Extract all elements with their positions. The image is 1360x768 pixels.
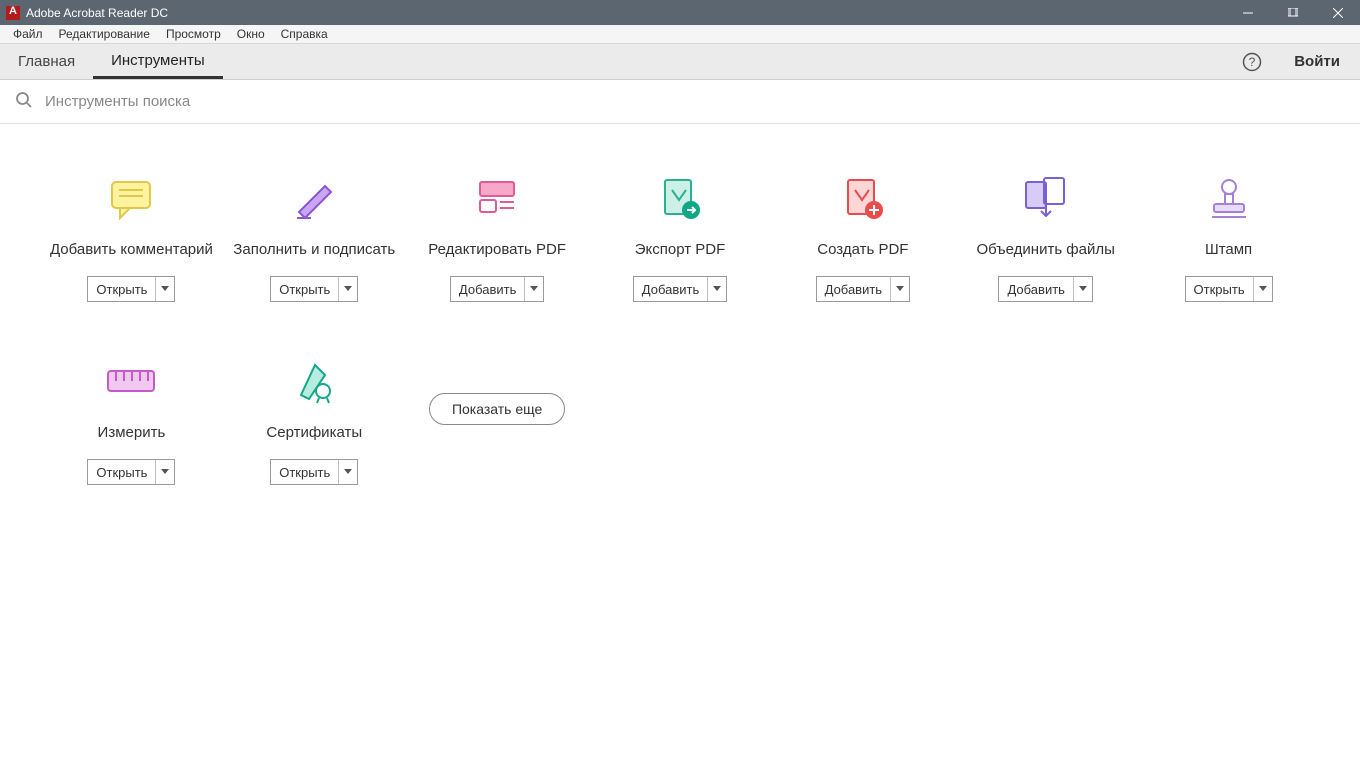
tool-label: Добавить комментарий xyxy=(50,230,213,270)
chevron-down-icon[interactable] xyxy=(708,277,726,301)
help-icon[interactable]: ? xyxy=(1230,44,1274,79)
tab-bar: Главная Инструменты ? Войти xyxy=(0,44,1360,80)
tool-button[interactable]: Открыть xyxy=(270,276,358,302)
tool-label: Заполнить и подписать xyxy=(233,230,395,270)
chevron-down-icon[interactable] xyxy=(156,277,174,301)
ruler-icon xyxy=(106,357,156,407)
create-pdf-icon xyxy=(840,174,886,224)
chevron-down-icon[interactable] xyxy=(339,460,357,484)
window-controls xyxy=(1225,0,1360,25)
tool-button[interactable]: Открыть xyxy=(270,459,358,485)
pen-icon xyxy=(291,174,337,224)
chevron-down-icon[interactable] xyxy=(339,277,357,301)
comment-icon xyxy=(108,174,154,224)
chevron-down-icon[interactable] xyxy=(1254,277,1272,301)
tool-button[interactable]: Добавить xyxy=(816,276,910,302)
show-more-cell: Показать еще xyxy=(411,357,584,485)
tool-certificates[interactable]: Сертификаты Открыть xyxy=(228,357,401,485)
chevron-down-icon[interactable] xyxy=(525,277,543,301)
tool-comment[interactable]: Добавить комментарий Открыть xyxy=(45,174,218,302)
tab-home[interactable]: Главная xyxy=(0,44,93,79)
menu-bar: Файл Редактирование Просмотр Окно Справк… xyxy=(0,25,1360,44)
tool-label: Сертификаты xyxy=(266,413,362,453)
tool-button[interactable]: Открыть xyxy=(87,459,175,485)
chevron-down-icon[interactable] xyxy=(891,277,909,301)
title-bar: Adobe Acrobat Reader DC xyxy=(0,0,1360,25)
minimize-button[interactable] xyxy=(1225,0,1270,25)
tool-button-label: Открыть xyxy=(88,277,156,301)
svg-text:?: ? xyxy=(1249,55,1256,69)
tool-stamp[interactable]: Штамп Открыть xyxy=(1142,174,1315,302)
stamp-icon xyxy=(1206,174,1252,224)
chevron-down-icon[interactable] xyxy=(1074,277,1092,301)
search-icon xyxy=(15,91,33,112)
combine-files-icon xyxy=(1020,174,1072,224)
tool-label: Экспорт PDF xyxy=(635,230,726,270)
edit-pdf-icon xyxy=(474,174,520,224)
close-button[interactable] xyxy=(1315,0,1360,25)
tool-button[interactable]: Добавить xyxy=(998,276,1092,302)
show-more-button[interactable]: Показать еще xyxy=(429,393,565,425)
tool-combine[interactable]: Объединить файлы Добавить xyxy=(959,174,1132,302)
tab-spacer xyxy=(223,44,1231,79)
tools-grid: Добавить комментарий Открыть Заполнить и… xyxy=(45,174,1315,485)
tool-button-label: Добавить xyxy=(817,277,891,301)
menu-help[interactable]: Справка xyxy=(273,27,336,41)
tool-label: Объединить файлы xyxy=(977,230,1115,270)
certificate-icon xyxy=(291,357,337,407)
window-title: Adobe Acrobat Reader DC xyxy=(26,6,1225,20)
tool-button[interactable]: Добавить xyxy=(633,276,727,302)
tool-button-label: Добавить xyxy=(451,277,525,301)
search-input[interactable] xyxy=(45,93,445,110)
tool-button[interactable]: Открыть xyxy=(1185,276,1273,302)
tool-fill-sign[interactable]: Заполнить и подписать Открыть xyxy=(228,174,401,302)
maximize-button[interactable] xyxy=(1270,0,1315,25)
menu-edit[interactable]: Редактирование xyxy=(51,27,158,41)
tool-button-label: Добавить xyxy=(999,277,1073,301)
menu-window[interactable]: Окно xyxy=(229,27,273,41)
signin-button[interactable]: Войти xyxy=(1274,44,1360,79)
tool-button[interactable]: Добавить xyxy=(450,276,544,302)
tool-label: Создать PDF xyxy=(817,230,908,270)
tool-create-pdf[interactable]: Создать PDF Добавить xyxy=(776,174,949,302)
tool-export-pdf[interactable]: Экспорт PDF Добавить xyxy=(594,174,767,302)
tool-button-label: Открыть xyxy=(271,460,339,484)
tool-button-label: Открыть xyxy=(271,277,339,301)
chevron-down-icon[interactable] xyxy=(156,460,174,484)
tool-measure[interactable]: Измерить Открыть xyxy=(45,357,218,485)
tool-button-label: Открыть xyxy=(1186,277,1254,301)
menu-view[interactable]: Просмотр xyxy=(158,27,229,41)
tool-button[interactable]: Открыть xyxy=(87,276,175,302)
tool-edit-pdf[interactable]: Редактировать PDF Добавить xyxy=(411,174,584,302)
tool-button-label: Открыть xyxy=(88,460,156,484)
tab-tools[interactable]: Инструменты xyxy=(93,44,223,79)
tool-button-label: Добавить xyxy=(634,277,708,301)
export-pdf-icon xyxy=(657,174,703,224)
tools-area: Добавить комментарий Открыть Заполнить и… xyxy=(0,124,1360,485)
search-bar xyxy=(0,80,1360,124)
tool-label: Штамп xyxy=(1205,230,1252,270)
app-icon xyxy=(6,6,20,20)
tool-label: Измерить xyxy=(98,413,166,453)
tool-label: Редактировать PDF xyxy=(428,230,566,270)
menu-file[interactable]: Файл xyxy=(5,27,51,41)
